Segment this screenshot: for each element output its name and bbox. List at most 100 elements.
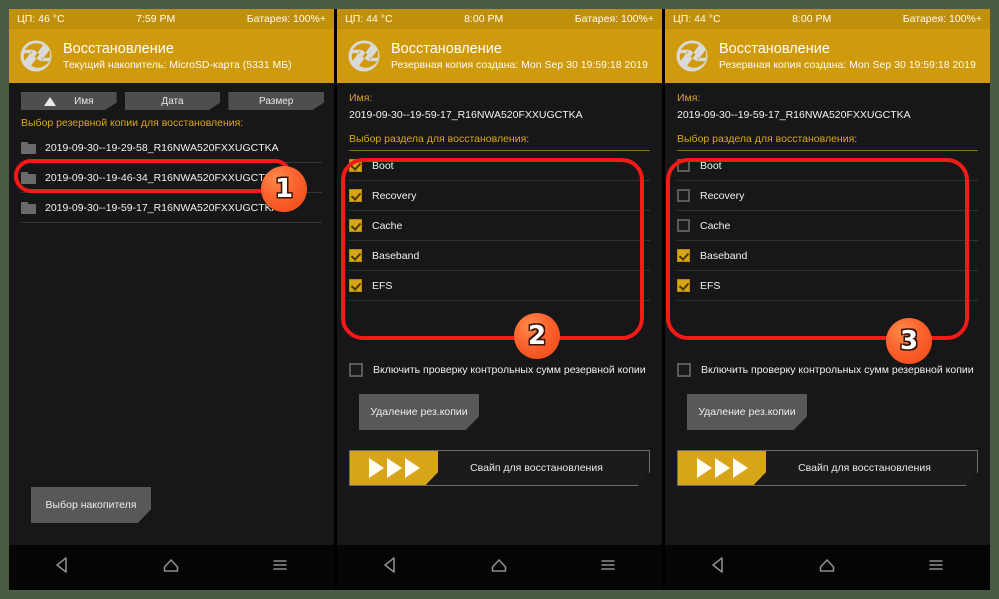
partition-label: Recovery (700, 189, 745, 202)
cpu-temp-label: ЦП: 44 °C (345, 13, 393, 25)
panel-1-backup-list: ЦП: 46 °C 7:59 PM Батарея: 100%+ Восстан… (9, 9, 334, 590)
header-subtitle: Резервная копия создана: Mon Sep 30 19:5… (391, 58, 648, 71)
menu-lines-icon[interactable] (598, 555, 618, 580)
partition-label: EFS (700, 279, 721, 292)
menu-lines-icon[interactable] (270, 555, 290, 580)
clock-label: 8:00 PM (792, 13, 832, 25)
backup-name: 2019-09-30--19-29-58_R16NWA520FXXUGCTKA (45, 141, 279, 154)
checkbox-boot[interactable] (677, 159, 690, 172)
partition-label: Recovery (372, 189, 417, 202)
checkbox-md5-verify[interactable] (349, 363, 363, 377)
cpu-temp-label: ЦП: 46 °C (17, 13, 65, 25)
backup-name-block: Имя: 2019-09-30--19-59-17_R16NWA520FXXUG… (665, 83, 990, 121)
checkbox-baseband[interactable] (677, 249, 690, 262)
swipe-arrows-icon[interactable] (350, 451, 438, 485)
app-header: Восстановление Текущий накопитель: Micro… (9, 29, 334, 83)
delete-backup-button[interactable]: Удаление рез.копии (359, 394, 479, 430)
partition-row-recovery[interactable]: Recovery (677, 181, 978, 211)
partition-row-boot[interactable]: Boot (677, 151, 978, 181)
header-subtitle: Резервная копия создана: Mon Sep 30 19:5… (719, 58, 976, 71)
partition-row-cache[interactable]: Cache (677, 211, 978, 241)
clock-label: 7:59 PM (136, 13, 176, 25)
back-triangle-icon[interactable] (709, 555, 729, 580)
partition-row-boot[interactable]: Boot (349, 151, 650, 181)
backup-name: 2019-09-30--19-46-34_R16NWA520FXXUGCTKA (45, 171, 279, 184)
home-icon[interactable] (161, 555, 181, 580)
cpu-temp-label: ЦП: 44 °C (673, 13, 721, 25)
swipe-to-restore-slider[interactable]: Свайп для восстановления (349, 450, 650, 486)
list-item[interactable]: 2019-09-30--19-59-17_R16NWA520FXXUGCTKA (21, 193, 322, 223)
sort-ascending-icon (44, 96, 57, 106)
partition-row-baseband[interactable]: Baseband (677, 241, 978, 271)
partition-row-efs[interactable]: EFS (349, 271, 650, 301)
home-icon[interactable] (817, 555, 837, 580)
swipe-arrows-icon[interactable] (678, 451, 766, 485)
partition-selection: Выбор раздела для восстановления: Boot R… (665, 121, 990, 301)
delete-backup-button[interactable]: Удаление рез.копии (687, 394, 807, 430)
screen-body: Имя: 2019-09-30--19-59-17_R16NWA520FXXUG… (337, 83, 662, 545)
app-header: Восстановление Резервная копия создана: … (665, 29, 990, 83)
partition-row-efs[interactable]: EFS (677, 271, 978, 301)
name-value: 2019-09-30--19-59-17_R16NWA520FXXUGCTKA (677, 109, 911, 121)
screen-body: Имя Дата Размер Выбор резервной копии дл… (9, 83, 334, 545)
name-label: Имя: (349, 92, 373, 104)
header-text-block: Восстановление Резервная копия создана: … (719, 40, 976, 71)
partition-label: EFS (372, 279, 393, 292)
checkbox-recovery[interactable] (677, 189, 690, 202)
md5-check-row[interactable]: Включить проверку контрольных сумм резер… (337, 363, 662, 377)
page-title: Восстановление (719, 41, 830, 58)
list-item[interactable]: 2019-09-30--19-46-34_R16NWA520FXXUGCTKA (21, 163, 322, 193)
checkbox-md5-verify[interactable] (677, 363, 691, 377)
battery-label: Батарея: 100%+ (574, 13, 654, 25)
backup-name-block: Имя: 2019-09-30--19-59-17_R16NWA520FXXUG… (337, 83, 662, 121)
twrp-logo-icon (675, 39, 709, 73)
folder-icon (21, 201, 36, 214)
sort-by-size-label: Размер (258, 95, 294, 107)
sort-by-name-label: Имя (74, 95, 94, 107)
checkbox-boot[interactable] (349, 159, 362, 172)
sort-buttons-row: Имя Дата Размер (9, 83, 334, 110)
page-title: Восстановление (391, 41, 502, 58)
sort-by-size-button[interactable]: Размер (228, 92, 325, 110)
checkbox-cache[interactable] (349, 219, 362, 232)
name-value: 2019-09-30--19-59-17_R16NWA520FXXUGCTKA (349, 109, 583, 121)
sort-by-name-button[interactable]: Имя (21, 92, 117, 110)
checkbox-recovery[interactable] (349, 189, 362, 202)
md5-check-row[interactable]: Включить проверку контрольных сумм резер… (665, 363, 990, 377)
back-triangle-icon[interactable] (53, 555, 73, 580)
home-icon[interactable] (489, 555, 509, 580)
checkbox-efs[interactable] (349, 279, 362, 292)
sort-by-date-button[interactable]: Дата (124, 92, 221, 110)
md5-label: Включить проверку контрольных сумм резер… (373, 364, 646, 376)
list-item[interactable]: 2019-09-30--19-29-58_R16NWA520FXXUGCTKA (21, 133, 322, 163)
swipe-label: Свайп для восстановления (470, 462, 603, 474)
status-bar: ЦП: 44 °C 8:00 PM Батарея: 100%+ (665, 9, 990, 29)
battery-label: Батарея: 100%+ (246, 13, 326, 25)
checkbox-efs[interactable] (677, 279, 690, 292)
checkbox-baseband[interactable] (349, 249, 362, 262)
twrp-logo-icon (347, 39, 381, 73)
twrp-logo-icon (19, 39, 53, 73)
partition-selection: Выбор раздела для восстановления: Boot R… (337, 121, 662, 301)
partition-row-cache[interactable]: Cache (349, 211, 650, 241)
screenshot-root: ЦП: 46 °C 7:59 PM Батарея: 100%+ Восстан… (0, 0, 999, 599)
header-text-block: Восстановление Резервная копия создана: … (391, 40, 648, 71)
android-nav-bar (665, 545, 990, 590)
screen-body: Имя: 2019-09-30--19-59-17_R16NWA520FXXUG… (665, 83, 990, 545)
back-triangle-icon[interactable] (381, 555, 401, 580)
md5-label: Включить проверку контрольных сумм резер… (701, 364, 974, 376)
app-header: Восстановление Резервная копия создана: … (337, 29, 662, 83)
partition-label: Cache (372, 219, 403, 232)
status-bar: ЦП: 46 °C 7:59 PM Батарея: 100%+ (9, 9, 334, 29)
checkbox-cache[interactable] (677, 219, 690, 232)
phone-screens-row: ЦП: 46 °C 7:59 PM Батарея: 100%+ Восстан… (9, 9, 990, 590)
backup-list: 2019-09-30--19-29-58_R16NWA520FXXUGCTKA … (9, 133, 334, 223)
partition-row-baseband[interactable]: Baseband (349, 241, 650, 271)
header-subtitle: Текущий накопитель: MicroSD-карта (5331 … (63, 58, 292, 71)
backup-list-label: Выбор резервной копии для восстановления… (21, 117, 244, 129)
partition-row-recovery[interactable]: Recovery (349, 181, 650, 211)
swipe-to-restore-slider[interactable]: Свайп для восстановления (677, 450, 978, 486)
select-storage-button[interactable]: Выбор накопителя (31, 487, 151, 523)
menu-lines-icon[interactable] (926, 555, 946, 580)
partition-label: Boot (372, 159, 394, 172)
